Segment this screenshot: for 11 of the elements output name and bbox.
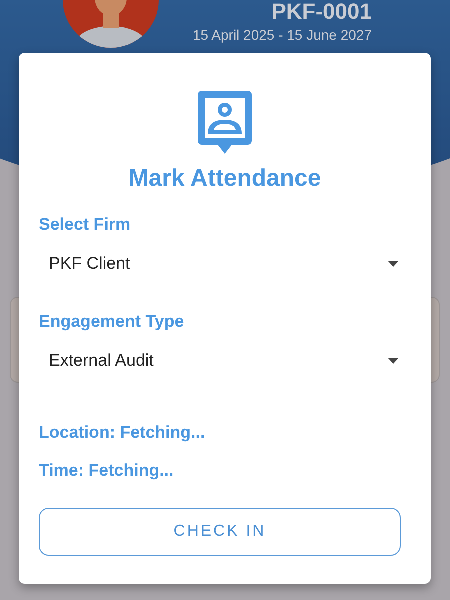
date-range: 15 April 2025 - 15 June 2027 — [192, 26, 372, 45]
field-label: Select Firm — [39, 214, 132, 236]
header-title: PKF-0001 — [272, 1, 372, 23]
dialog-title: Mark Attendance — [128, 165, 322, 194]
caret-icon — [388, 358, 399, 364]
dropdown-field[interactable]: External Audit — [39, 334, 411, 388]
status-text: Time: Fetching... — [39, 460, 175, 482]
dropdown-field[interactable]: PKF Client — [39, 237, 411, 291]
caret-icon — [388, 261, 399, 268]
field-label: Engagement Type — [39, 310, 186, 333]
status-text: Location: Fetching... — [39, 422, 206, 444]
